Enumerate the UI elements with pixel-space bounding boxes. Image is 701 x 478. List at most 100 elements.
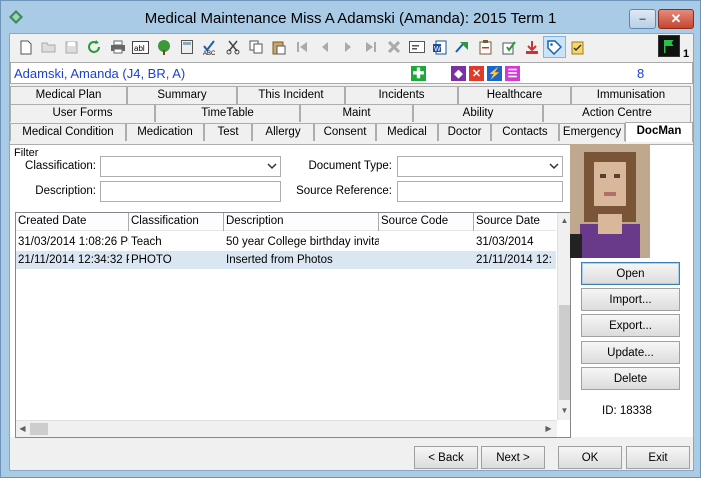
- svg-text:ABC: ABC: [203, 51, 216, 55]
- horizontal-scrollbar[interactable]: ◀ ▶: [16, 420, 557, 437]
- lightning-icon[interactable]: ⚡: [487, 66, 502, 81]
- tab-summary[interactable]: Summary: [127, 86, 237, 104]
- flag-count: 1: [683, 48, 690, 60]
- copy-icon[interactable]: [244, 36, 267, 58]
- grid-header: Created Date Classification Description …: [16, 213, 556, 231]
- clipboard-check-icon[interactable]: [497, 36, 520, 58]
- student-photo: [570, 144, 650, 258]
- patient-bar: Adamski, Amanda (J4, BR, A) ✚ ◆ ✕ ⚡ ☰ 8: [10, 62, 693, 84]
- hammer-icon[interactable]: ✕: [469, 66, 484, 81]
- cell-source-date: 31/03/2014: [476, 236, 534, 248]
- col-source-code[interactable]: Source Code: [379, 213, 474, 231]
- tab-emergency[interactable]: Emergency: [559, 123, 625, 141]
- tab-docman[interactable]: DocMan: [625, 122, 693, 142]
- toolbar: abl ABC W 1: [10, 34, 693, 60]
- calculator-icon[interactable]: [175, 36, 198, 58]
- tab-user-forms[interactable]: User Forms: [10, 104, 155, 122]
- cell-classification: Teach: [131, 236, 162, 248]
- tab-medication[interactable]: Medication: [126, 123, 204, 141]
- document-type-label: Document Type:: [308, 160, 392, 172]
- tab-immunisation[interactable]: Immunisation: [571, 86, 691, 104]
- tab-action-centre[interactable]: Action Centre: [543, 104, 691, 122]
- scroll-right-icon[interactable]: ▶: [542, 424, 555, 433]
- col-classification[interactable]: Classification: [129, 213, 224, 231]
- col-created-date[interactable]: Created Date: [16, 213, 129, 231]
- cell-description: Inserted from Photos: [226, 254, 333, 266]
- tab-timetable[interactable]: TimeTable: [155, 104, 300, 122]
- tab-maint[interactable]: Maint: [300, 104, 413, 122]
- tab-ability[interactable]: Ability: [413, 104, 543, 122]
- open-folder-icon: [37, 36, 60, 58]
- tab-allergy[interactable]: Allergy: [252, 123, 314, 141]
- cell-source-code: [379, 233, 474, 251]
- checklist-icon[interactable]: [566, 36, 589, 58]
- table-row-selected[interactable]: 21/11/2014 12:34:32 PM PHOTO Inserted fr…: [16, 251, 556, 269]
- tab-medical[interactable]: Medical: [376, 123, 438, 141]
- tag-icon[interactable]: [543, 36, 566, 58]
- horizontal-scroll-thumb[interactable]: [30, 423, 48, 435]
- tab-row-2: User Forms TimeTable Maint Ability Actio…: [10, 104, 693, 122]
- svg-text:W: W: [434, 46, 441, 53]
- cut-icon[interactable]: [221, 36, 244, 58]
- col-description[interactable]: Description: [224, 213, 379, 231]
- description-label: Description:: [35, 185, 96, 197]
- tab-medical-plan[interactable]: Medical Plan: [10, 86, 127, 104]
- delete-button[interactable]: Delete: [581, 367, 680, 390]
- tree-icon[interactable]: [152, 36, 175, 58]
- tab-row-3: Medical Condition Medication Test Allerg…: [10, 122, 693, 142]
- back-button[interactable]: < Back: [414, 446, 478, 469]
- tab-this-incident[interactable]: This Incident: [237, 86, 345, 104]
- description-input[interactable]: [100, 181, 281, 202]
- flag-button[interactable]: [658, 35, 680, 57]
- tab-doctor[interactable]: Doctor: [438, 123, 491, 141]
- main-window: Medical Maintenance Miss A Adamski (Aman…: [0, 0, 701, 478]
- document-id: ID: 18338: [602, 405, 652, 417]
- table-row[interactable]: 31/03/2014 1:08:26 PM Teach 50 year Coll…: [16, 233, 556, 251]
- cell-source-date: 21/11/2014 12:: [476, 254, 552, 266]
- ok-button[interactable]: OK: [558, 446, 622, 469]
- spellcheck-icon[interactable]: ABC: [198, 36, 221, 58]
- medical-cross-icon[interactable]: ✚: [411, 65, 426, 81]
- portrait-image: [570, 144, 650, 258]
- clipboard-list-icon[interactable]: ☰: [505, 66, 520, 81]
- classification-combo[interactable]: [100, 156, 281, 177]
- word-icon[interactable]: W: [428, 36, 451, 58]
- exit-button[interactable]: Exit: [626, 446, 690, 469]
- import-button[interactable]: Import...: [581, 288, 680, 311]
- tab-incidents[interactable]: Incidents: [345, 86, 458, 104]
- download-icon[interactable]: [520, 36, 543, 58]
- scroll-left-icon[interactable]: ◀: [16, 424, 29, 433]
- last-icon: [359, 36, 382, 58]
- puzzle-icon[interactable]: ◆: [451, 66, 466, 81]
- print-icon[interactable]: [106, 36, 129, 58]
- tab-healthcare[interactable]: Healthcare: [458, 86, 571, 104]
- close-button[interactable]: ✕: [658, 9, 694, 29]
- open-button[interactable]: Open: [581, 262, 680, 285]
- documents-grid[interactable]: Created Date Classification Description …: [15, 212, 571, 438]
- col-source-date[interactable]: Source Date: [474, 213, 556, 231]
- minimize-button[interactable]: –: [629, 9, 656, 29]
- document-type-combo[interactable]: [397, 156, 563, 177]
- tab-consent[interactable]: Consent: [314, 123, 376, 141]
- export-button[interactable]: Export...: [581, 314, 680, 337]
- clipboard-icon[interactable]: [474, 36, 497, 58]
- vertical-scroll-thumb[interactable]: [559, 305, 570, 400]
- scroll-down-icon[interactable]: ▼: [558, 406, 570, 415]
- abl-icon[interactable]: abl: [129, 36, 152, 58]
- tab-test[interactable]: Test: [204, 123, 252, 141]
- new-doc-icon[interactable]: [14, 36, 37, 58]
- arrow-icon[interactable]: [451, 36, 474, 58]
- card-icon[interactable]: [405, 36, 428, 58]
- refresh-icon[interactable]: [83, 36, 106, 58]
- source-reference-input[interactable]: [397, 181, 563, 202]
- tab-contacts[interactable]: Contacts: [491, 123, 559, 141]
- next-button[interactable]: Next >: [481, 446, 545, 469]
- update-button[interactable]: Update...: [581, 341, 680, 364]
- tab-medical-condition[interactable]: Medical Condition: [10, 123, 126, 141]
- client-area: abl ABC W 1 Adamski, Amanda (J4, BR, A): [9, 33, 694, 471]
- vertical-scrollbar[interactable]: ▲ ▼: [557, 213, 570, 420]
- title-bar: Medical Maintenance Miss A Adamski (Aman…: [1, 1, 700, 33]
- cell-classification: PHOTO: [131, 254, 172, 266]
- paste-icon[interactable]: [267, 36, 290, 58]
- flag-icon: [664, 40, 674, 53]
